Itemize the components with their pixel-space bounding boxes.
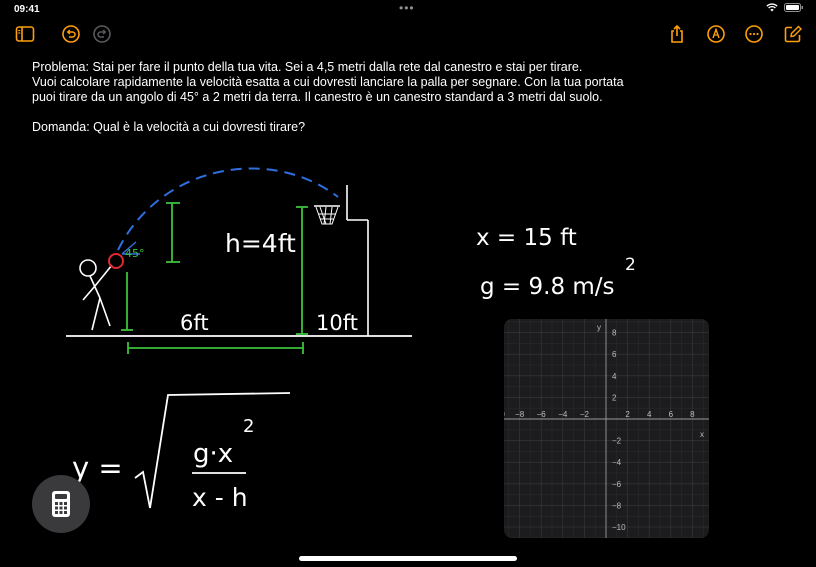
x-tick-label: 4 bbox=[647, 410, 652, 419]
calculator-icon bbox=[52, 491, 70, 517]
y-tick-label: 4 bbox=[612, 372, 617, 381]
y-tick-label: 6 bbox=[612, 350, 617, 359]
graph-canvas[interactable]: −10−8−6−4−2246810108642−2−4−6−8−10xy bbox=[504, 319, 709, 538]
g-exponent: 2 bbox=[625, 255, 636, 275]
hoop-height-label: 10ft bbox=[316, 311, 358, 335]
x-tick-label: 2 bbox=[625, 410, 630, 419]
g-equation: g = 9.8 m/s bbox=[480, 274, 615, 300]
calculator-button[interactable] bbox=[32, 475, 90, 533]
x-axis-label: x bbox=[700, 430, 704, 439]
y-tick-label: 2 bbox=[612, 393, 617, 402]
distance-label: 6ft bbox=[180, 311, 209, 335]
measure-lines bbox=[121, 202, 308, 354]
x-equation: x = 15 ft bbox=[476, 225, 577, 251]
x-tick-label: −2 bbox=[580, 410, 590, 419]
denominator: x - h bbox=[192, 483, 248, 512]
numerator: g·x bbox=[193, 439, 233, 469]
height-label: h=4ft bbox=[225, 229, 296, 258]
x-tick-label: 8 bbox=[690, 410, 695, 419]
y-tick-label: −4 bbox=[612, 458, 622, 467]
function-graph[interactable]: −10−8−6−4−2246810108642−2−4−6−8−10xy bbox=[504, 319, 709, 538]
y-tick-label: −6 bbox=[612, 480, 622, 489]
y-axis-label: y bbox=[597, 323, 601, 332]
y-tick-label: 8 bbox=[612, 329, 617, 338]
y-tick-label: −10 bbox=[612, 523, 626, 532]
home-indicator[interactable] bbox=[299, 556, 517, 561]
x-tick-label: −10 bbox=[504, 410, 505, 419]
x-tick-label: −4 bbox=[558, 410, 568, 419]
x-tick-label: −6 bbox=[537, 410, 547, 419]
ball-drawing bbox=[108, 253, 124, 269]
x-tick-label: −8 bbox=[515, 410, 525, 419]
y-tick-label: −2 bbox=[612, 437, 622, 446]
stick-figure-drawing bbox=[79, 259, 113, 331]
angle-label: 45° bbox=[125, 247, 145, 260]
x-tick-label: 6 bbox=[669, 410, 674, 419]
numerator-exponent: 2 bbox=[243, 416, 254, 437]
y-tick-label: −8 bbox=[612, 501, 622, 510]
